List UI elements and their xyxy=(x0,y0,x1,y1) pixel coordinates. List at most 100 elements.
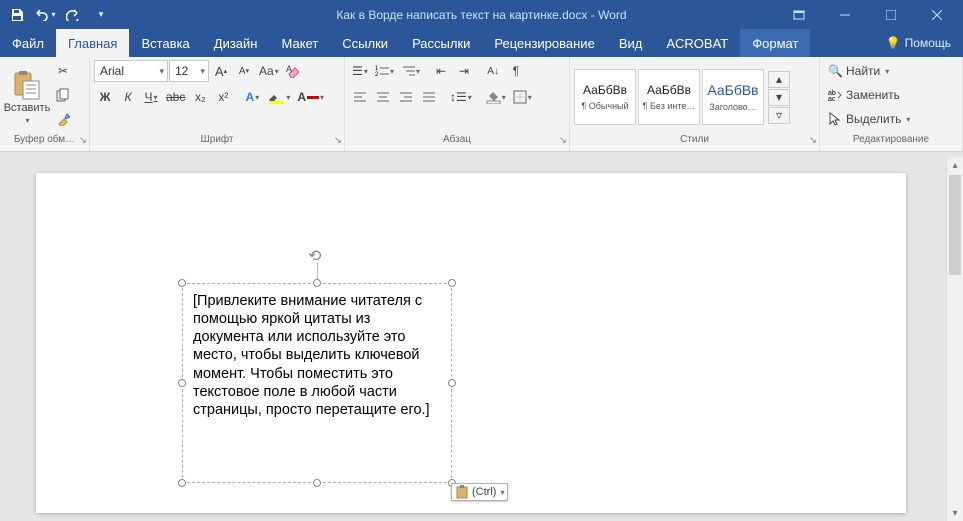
document-area: ⟲ [Привлеките внимание читателя с помощь… xyxy=(0,157,963,521)
font-name-combo[interactable]: Arial▾ xyxy=(94,60,168,82)
tab-review[interactable]: Рецензирование xyxy=(482,29,606,57)
qat-customize-icon[interactable]: ▾ xyxy=(88,3,114,27)
sort-button[interactable]: A↓ xyxy=(482,60,504,82)
clear-formatting-button[interactable]: A xyxy=(283,60,305,82)
indent-icon: ⇥ xyxy=(459,64,469,78)
vertical-scrollbar[interactable]: ▴ ▾ xyxy=(946,157,963,521)
cut-button[interactable]: ✂ xyxy=(52,60,74,82)
clipboard-icon xyxy=(455,485,469,499)
styles-expand[interactable]: ▿ xyxy=(768,107,790,124)
resize-handle[interactable] xyxy=(178,279,186,287)
cut-icon: ✂ xyxy=(58,64,68,78)
resize-handle[interactable] xyxy=(178,479,186,487)
font-color-button[interactable]: A▾ xyxy=(294,86,327,108)
lightbulb-icon: 💡 xyxy=(886,36,901,50)
grow-font-button[interactable]: A▴ xyxy=(210,60,232,82)
tab-design[interactable]: Дизайн xyxy=(202,29,270,57)
brush-icon xyxy=(56,112,70,126)
replace-button[interactable]: abacЗаменить xyxy=(824,84,914,106)
window-controls xyxy=(777,3,959,27)
resize-handle[interactable] xyxy=(448,279,456,287)
group-paragraph: ☰▾ 12▾ ▾ ⇤ ⇥ A↓ ¶ ↕☰▾ ▾ ▾ xyxy=(345,57,570,151)
multilevel-icon xyxy=(401,65,415,77)
line-spacing-button[interactable]: ↕☰▾ xyxy=(447,86,475,108)
font-size-combo[interactable]: 12▾ xyxy=(169,60,209,82)
tab-references[interactable]: Ссылки xyxy=(330,29,400,57)
rotate-handle-icon[interactable]: ⟲ xyxy=(308,246,321,266)
bullets-button[interactable]: ☰▾ xyxy=(349,60,371,82)
style-heading1[interactable]: АаБбВвЗаголово… xyxy=(702,69,764,125)
dialog-launcher-icon[interactable]: ↘ xyxy=(559,135,567,146)
tab-home[interactable]: Главная xyxy=(56,29,129,57)
bullets-icon: ☰ xyxy=(352,64,363,78)
scroll-down-icon[interactable]: ▾ xyxy=(947,505,963,521)
ribbon-display-icon[interactable] xyxy=(777,3,821,27)
shading-button[interactable]: ▾ xyxy=(482,86,509,108)
text-box[interactable]: ⟲ [Привлеките внимание читателя с помощь… xyxy=(182,283,452,483)
quick-access-toolbar: ▾ ▾ xyxy=(4,3,114,27)
group-label-editing: Редактирование xyxy=(820,134,962,151)
align-center-button[interactable] xyxy=(372,86,394,108)
styles-scroll-down[interactable]: ▾ xyxy=(768,89,790,106)
dialog-launcher-icon[interactable]: ↘ xyxy=(809,135,817,146)
justify-button[interactable] xyxy=(418,86,440,108)
group-label-paragraph: Абзац↘ xyxy=(345,134,569,151)
highlight-button[interactable]: ▾ xyxy=(264,86,293,108)
numbering-button[interactable]: 12▾ xyxy=(372,60,397,82)
scroll-thumb[interactable] xyxy=(949,175,961,275)
multilevel-list-button[interactable]: ▾ xyxy=(398,60,423,82)
paste-options-button[interactable]: (Ctrl) ▾ xyxy=(451,483,508,501)
style-normal[interactable]: АаБбВв¶ Обычный xyxy=(574,69,636,125)
tab-layout[interactable]: Макет xyxy=(269,29,330,57)
tab-insert[interactable]: Вставка xyxy=(129,29,201,57)
style-no-spacing[interactable]: АаБбВв¶ Без инте… xyxy=(638,69,700,125)
pilcrow-icon: ¶ xyxy=(513,64,519,78)
redo-icon[interactable] xyxy=(60,3,86,27)
help-search[interactable]: 💡 Помощь xyxy=(874,29,963,57)
change-case-button[interactable]: Aa▾ xyxy=(256,60,282,82)
paste-button[interactable]: Вставить ▾ xyxy=(4,60,50,134)
tab-file[interactable]: Файл xyxy=(0,29,56,57)
copy-button[interactable] xyxy=(52,84,74,106)
dialog-launcher-icon[interactable]: ↘ xyxy=(79,135,87,146)
page[interactable]: ⟲ [Привлеките внимание читателя с помощь… xyxy=(36,173,906,513)
minimize-icon[interactable] xyxy=(823,3,867,27)
bucket-icon xyxy=(485,90,501,104)
decrease-indent-button[interactable]: ⇤ xyxy=(430,60,452,82)
select-button[interactable]: Выделить▾ xyxy=(824,108,914,130)
resize-handle[interactable] xyxy=(178,379,186,387)
show-marks-button[interactable]: ¶ xyxy=(505,60,527,82)
superscript-button[interactable]: x² xyxy=(212,86,234,108)
tab-acrobat[interactable]: ACROBAT xyxy=(654,29,740,57)
styles-scroll-up[interactable]: ▴ xyxy=(768,71,790,88)
maximize-icon[interactable] xyxy=(869,3,913,27)
close-icon[interactable] xyxy=(915,3,959,27)
tab-mailings[interactable]: Рассылки xyxy=(400,29,482,57)
resize-handle[interactable] xyxy=(313,279,321,287)
resize-handle[interactable] xyxy=(313,479,321,487)
resize-handle[interactable] xyxy=(448,379,456,387)
borders-icon xyxy=(513,90,527,104)
subscript-button[interactable]: x₂ xyxy=(189,86,211,108)
ribbon-tabs: Файл Главная Вставка Дизайн Макет Ссылки… xyxy=(0,29,963,57)
align-right-button[interactable] xyxy=(395,86,417,108)
strikethrough-button[interactable]: abc xyxy=(163,86,188,108)
tab-format[interactable]: Формат xyxy=(740,29,810,57)
dialog-launcher-icon[interactable]: ↘ xyxy=(334,135,342,146)
scroll-up-icon[interactable]: ▴ xyxy=(947,157,963,173)
bold-button[interactable]: Ж xyxy=(94,86,116,108)
save-icon[interactable] xyxy=(4,3,30,27)
borders-button[interactable]: ▾ xyxy=(510,86,535,108)
increase-indent-button[interactable]: ⇥ xyxy=(453,60,475,82)
shrink-font-button[interactable]: A▾ xyxy=(233,60,255,82)
underline-button[interactable]: Ч▾ xyxy=(140,86,162,108)
text-effects-button[interactable]: A▾ xyxy=(241,86,263,108)
undo-icon[interactable]: ▾ xyxy=(32,3,58,27)
sort-icon: A↓ xyxy=(487,66,499,77)
italic-button[interactable]: К xyxy=(117,86,139,108)
find-button[interactable]: 🔍Найти▾ xyxy=(824,60,914,82)
tab-view[interactable]: Вид xyxy=(607,29,655,57)
text-box-content[interactable]: [Привлеките внимание читателя с помощью … xyxy=(183,284,451,427)
format-painter-button[interactable] xyxy=(52,108,74,130)
align-left-button[interactable] xyxy=(349,86,371,108)
